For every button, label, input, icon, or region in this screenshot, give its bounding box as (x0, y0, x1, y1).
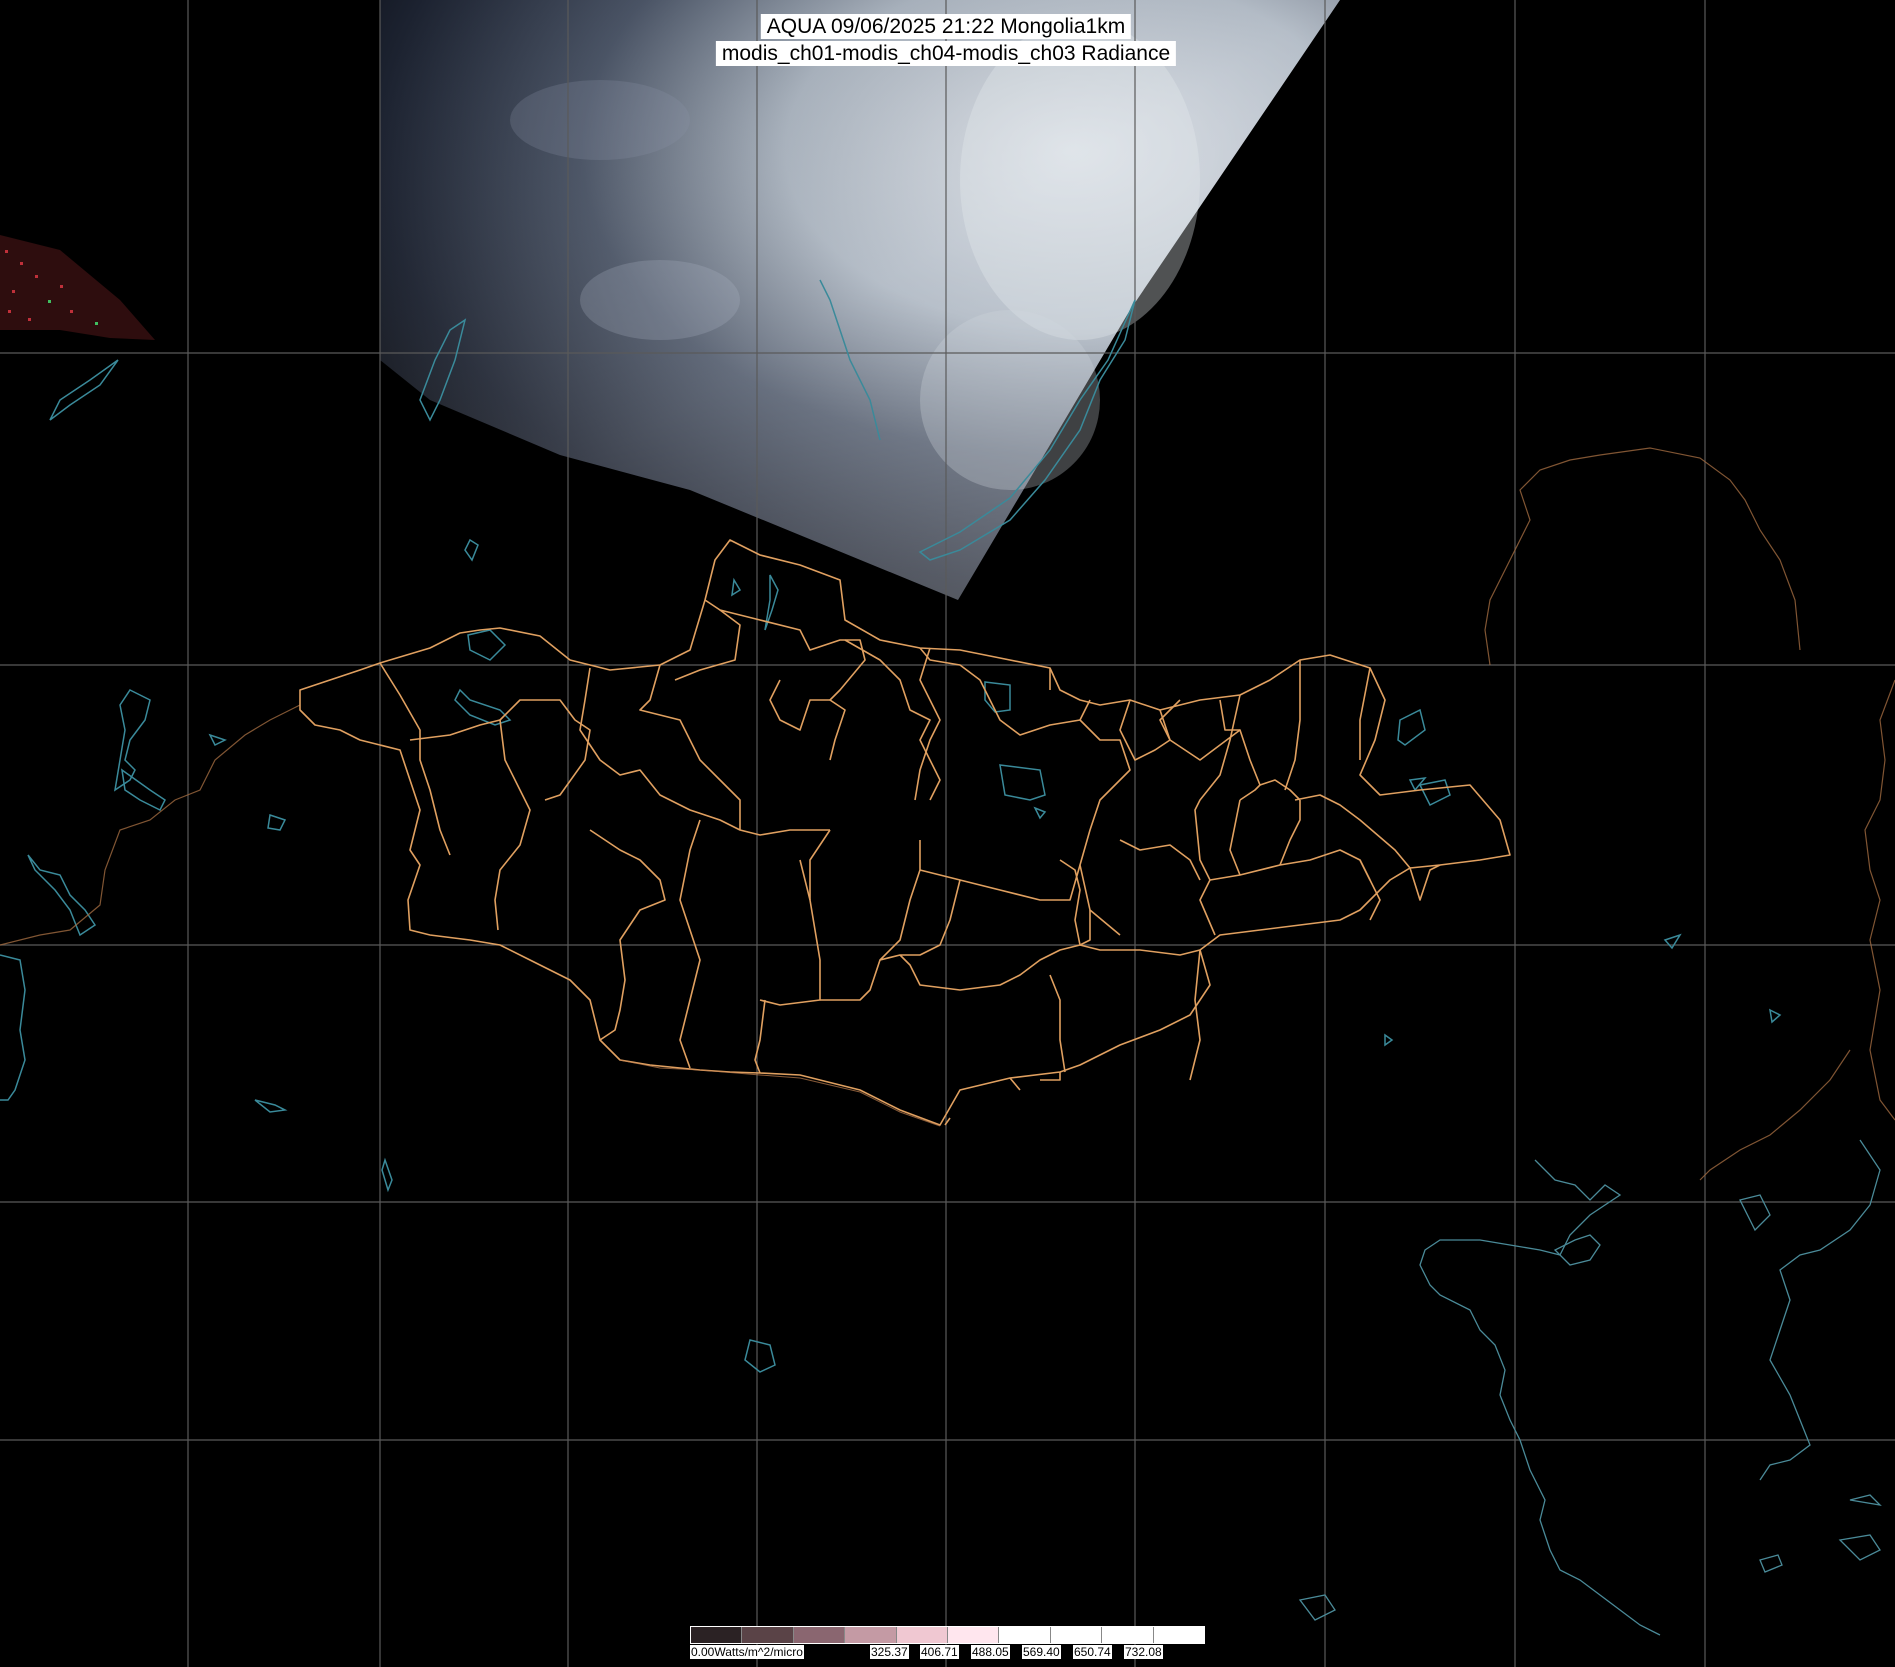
legend-tick: 325.37 (870, 1645, 909, 1659)
title-line-1: AQUA 09/06/2025 21:22 Mongolia1km (760, 14, 1132, 39)
title-line-2: modis_ch01-modis_ch04-modis_ch03 Radianc… (715, 41, 1177, 66)
legend-color-segment (691, 1627, 743, 1643)
province-boundaries (299, 539, 1511, 1126)
legend-color-segment (948, 1627, 1000, 1643)
legend-color-bar (690, 1626, 1205, 1644)
legend-color-segment (999, 1627, 1051, 1643)
southern-boundary (619, 1059, 941, 1127)
coastline (1298, 1139, 1882, 1636)
legend-color-segment (742, 1627, 794, 1643)
legend-color-segment (793, 1627, 846, 1643)
legend-color-segment (1050, 1627, 1103, 1643)
satellite-map (0, 0, 1895, 1667)
legend-color-segment (845, 1627, 897, 1643)
legend-tick: 569.40 (1022, 1645, 1061, 1659)
legend-tick: 732.08 (1124, 1645, 1163, 1659)
legend-color-segment (1102, 1627, 1154, 1643)
legend-color-segment (896, 1627, 949, 1643)
satellite-swath (380, 0, 1340, 600)
noise-artifact (0, 235, 155, 340)
legend-tick: 406.71 (920, 1645, 959, 1659)
legend-tick: 488.05 (971, 1645, 1010, 1659)
legend-color-segment (1153, 1627, 1205, 1643)
legend-tick: 650.74 (1073, 1645, 1112, 1659)
legend-unit-label: 0.00Watts/m^2/micro (690, 1645, 804, 1659)
color-legend: 0.00Watts/m^2/micro 325.37 406.71 488.05… (690, 1626, 1205, 1664)
legend-labels: 0.00Watts/m^2/micro 325.37 406.71 488.05… (690, 1645, 1205, 1661)
